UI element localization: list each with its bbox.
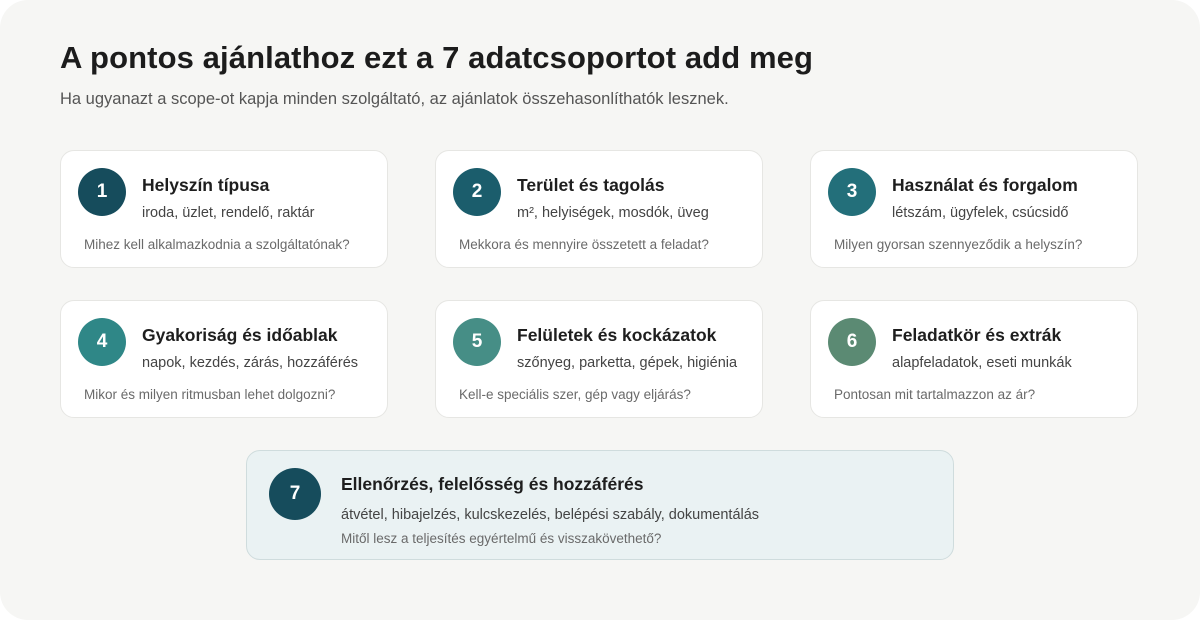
- card-question: Mitől lesz a teljesítés egyértelmű és vi…: [341, 531, 662, 546]
- card-title: Ellenőrzés, felelősség és hozzáférés: [341, 474, 644, 494]
- card-tags: alapfeladatok, eseti munkák: [892, 355, 1072, 371]
- card-1: 1 Helyszín típusa iroda, üzlet, rendelő,…: [60, 150, 388, 268]
- card-title: Használat és forgalom: [892, 175, 1078, 195]
- card-7: 7 Ellenőrzés, felelősség és hozzáférés á…: [246, 450, 954, 560]
- card-question: Milyen gyorsan szennyeződik a helyszín?: [834, 237, 1083, 252]
- card-title: Feladatkör és extrák: [892, 325, 1062, 345]
- card-question: Mihez kell alkalmazkodnia a szolgáltatón…: [84, 237, 350, 252]
- card-question: Mekkora és mennyire összetett a feladat?: [459, 237, 709, 252]
- card-tags: szőnyeg, parketta, gépek, higiénia: [517, 355, 738, 371]
- page-subtitle: Ha ugyanazt a scope-ot kapja minden szol…: [60, 90, 729, 108]
- card-5: 5 Felületek és kockázatok szőnyeg, parke…: [435, 300, 763, 418]
- card-tags: iroda, üzlet, rendelő, raktár: [142, 205, 315, 221]
- card-tags: átvétel, hibajelzés, kulcskezelés, belép…: [341, 507, 760, 523]
- card-tags: létszám, ügyfelek, csúcsidő: [892, 205, 1069, 221]
- card-question: Kell-e speciális szer, gép vagy eljárás?: [459, 387, 691, 402]
- step-number-badge: 7: [269, 468, 321, 520]
- card-4: 4 Gyakoriság és időablak napok, kezdés, …: [60, 300, 388, 418]
- card-3: 3 Használat és forgalom létszám, ügyfele…: [810, 150, 1138, 268]
- step-number-badge: 4: [78, 318, 126, 366]
- card-question: Pontosan mit tartalmazzon az ár?: [834, 387, 1036, 402]
- step-number-badge: 5: [453, 318, 501, 366]
- card-2: 2 Terület és tagolás m², helyiségek, mos…: [435, 150, 763, 268]
- card-title: Terület és tagolás: [517, 175, 665, 195]
- card-title: Felületek és kockázatok: [517, 325, 717, 345]
- card-title: Gyakoriság és időablak: [142, 325, 338, 345]
- card-title: Helyszín típusa: [142, 175, 270, 195]
- step-number-badge: 3: [828, 168, 876, 216]
- card-tags: m², helyiségek, mosdók, üveg: [517, 205, 709, 221]
- page-title: A pontos ajánlathoz ezt a 7 adatcsoporto…: [60, 40, 814, 75]
- step-number-badge: 1: [78, 168, 126, 216]
- card-tags: napok, kezdés, zárás, hozzáférés: [142, 355, 359, 371]
- card-6: 6 Feladatkör és extrák alapfeladatok, es…: [810, 300, 1138, 418]
- step-number-badge: 6: [828, 318, 876, 366]
- content-panel: A pontos ajánlathoz ezt a 7 adatcsoporto…: [0, 0, 1200, 620]
- card-question: Mikor és milyen ritmusban lehet dolgozni…: [84, 387, 336, 402]
- step-number-badge: 2: [453, 168, 501, 216]
